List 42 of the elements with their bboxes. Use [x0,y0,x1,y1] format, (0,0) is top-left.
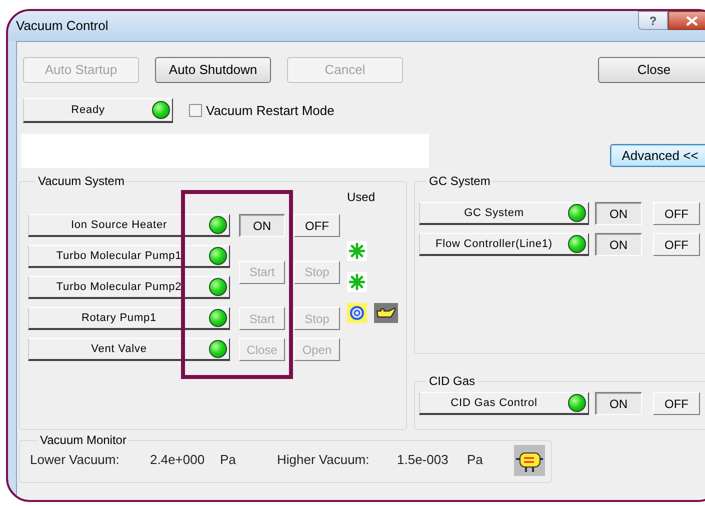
close-icon [686,16,698,26]
group-title: GC System [428,174,492,188]
reading-label: Lower Vacuum: [30,451,120,470]
device-label: Turbo Molecular Pump1 [55,248,183,264]
reading-unit: Pa [467,451,484,470]
toggle-button[interactable]: ON [595,202,642,225]
toggle-button[interactable]: ON [239,214,285,237]
status-text: Ready [70,102,106,118]
reading-unit: Pa [220,451,237,470]
restart-mode-checkbox[interactable] [189,104,202,117]
toggle-button[interactable]: OFF [653,233,700,256]
toggle-button[interactable]: OFF [653,392,700,415]
turbo-pump-icon [347,241,367,261]
window-title: Vacuum Control [16,17,108,35]
rotary-pump-icon [347,303,367,323]
device-label: Flow Controller(Line1) [434,236,554,252]
toggle-button[interactable]: OFF [294,214,340,237]
restart-mode-label: Vacuum Restart Mode [206,102,334,120]
reading-value: 2.4e+000 [150,451,206,470]
advanced-button[interactable]: Advanced << [610,144,705,167]
oil-can-icon [374,303,398,323]
vacuum-gauge-icon [514,444,545,476]
toolbar-button[interactable]: Auto Shutdown [155,57,271,83]
close-button[interactable] [668,11,705,30]
group-title: Vacuum System [37,174,126,188]
help-button[interactable]: ? [638,11,668,30]
reading-value: 1.5e-003 [397,451,450,470]
group-title: CID Gas [428,374,476,388]
toggle-button[interactable]: ON [595,392,642,415]
reading-label: Higher Vacuum: [277,451,370,470]
device-label: Vent Valve [90,342,148,357]
device-label: CID Gas Control [450,396,538,411]
toggle-button[interactable]: ON [595,233,642,256]
toggle-button[interactable]: OFF [653,202,700,225]
device-label: Rotary Pump1 [80,310,158,326]
turbo-pump-icon [347,272,367,292]
close-dialog-button[interactable]: Close [598,57,705,83]
used-header: Used [347,189,376,206]
device-label: GC System [463,206,525,221]
device-label: Turbo Molecular Pump2 [55,280,183,295]
device-label: Ion Source Heater [70,218,168,233]
group-title: Vacuum Monitor [39,433,128,447]
